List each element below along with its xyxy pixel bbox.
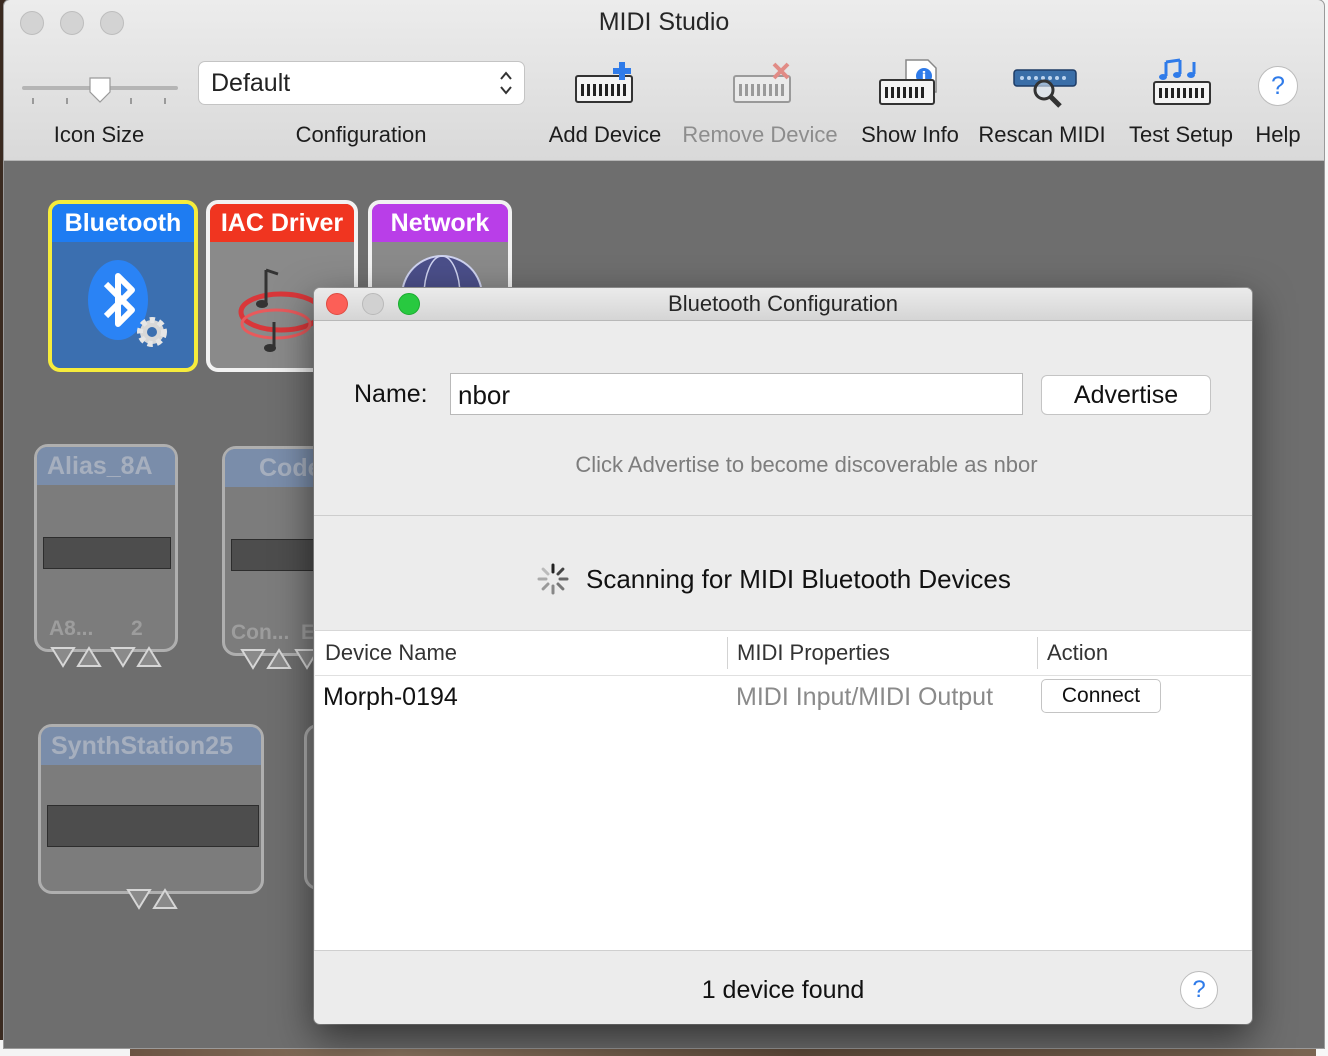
show-info-button[interactable]: Show Info — [856, 122, 964, 148]
name-input[interactable]: nbor — [450, 373, 1023, 415]
device-alias-8a[interactable]: Alias_8A A8... 2 — [34, 444, 178, 652]
icon-size-label: Icon Size — [53, 122, 145, 147]
advertise-button[interactable]: Advertise — [1041, 375, 1211, 415]
window-title: MIDI Studio — [598, 8, 730, 36]
slider-tick — [66, 98, 68, 104]
configuration-select[interactable]: Default — [198, 61, 525, 105]
bluetooth-card-label: Bluetooth — [52, 204, 194, 242]
configuration-label: Configuration — [295, 122, 427, 147]
iac-card-label: IAC Driver — [210, 204, 354, 242]
slider-tick — [130, 98, 132, 104]
bluetooth-configuration-dialog: Bluetooth Configuration Name: nbor Adver… — [314, 288, 1252, 1024]
slider-knob[interactable] — [88, 76, 112, 104]
device-port-label: A8... — [49, 617, 94, 640]
device-synthstation25[interactable]: SynthStation25 — [38, 724, 264, 894]
column-midi-properties[interactable]: MIDI Properties — [727, 631, 1037, 675]
device-port-label: Con... — [231, 621, 290, 644]
device-name-label: Alias_8A — [37, 447, 175, 485]
device-count: 1 device found — [701, 976, 865, 1004]
device-name-cell[interactable]: Morph-0194 — [323, 683, 458, 712]
midi-properties-cell: MIDI Input/MIDI Output — [736, 683, 994, 711]
device-hardware-image — [47, 805, 259, 847]
chevron-updown-icon — [500, 71, 512, 95]
add-device-button[interactable]: Add Device — [542, 122, 668, 148]
help-icon[interactable]: ? — [1180, 971, 1218, 1009]
footer-divider — [314, 950, 1252, 951]
device-name-label: SynthStation25 — [41, 727, 261, 765]
dialog-title: Bluetooth Configuration — [668, 291, 898, 316]
bluetooth-icon — [88, 260, 167, 347]
spinner-icon — [537, 563, 569, 595]
name-label: Name: — [354, 380, 428, 408]
scanning-status: Scanning for MIDI Bluetooth Devices — [586, 564, 1011, 594]
advertise-hint: Click Advertise to become discoverable a… — [575, 452, 1038, 477]
column-action[interactable]: Action — [1037, 631, 1251, 675]
slider-tick — [164, 98, 166, 104]
device-port-connectors[interactable] — [126, 886, 182, 912]
connect-button[interactable]: Connect — [1041, 679, 1161, 713]
configuration-value: Default — [211, 69, 291, 97]
device-port-connectors[interactable] — [240, 646, 320, 672]
network-driver-card[interactable]: Network — [368, 200, 512, 300]
rescan-midi-icon[interactable] — [1012, 58, 1078, 110]
device-port-label: 2 — [131, 617, 143, 640]
add-device-icon[interactable] — [572, 58, 638, 110]
device-hardware-image — [43, 537, 171, 569]
device-port-connectors[interactable] — [50, 644, 166, 670]
remove-device-icon — [733, 62, 791, 103]
slider-tick — [32, 98, 34, 104]
bluetooth-driver-card[interactable]: Bluetooth — [48, 200, 198, 372]
remove-device-button[interactable]: Remove Device — [678, 122, 842, 148]
device-port-label: E — [301, 621, 316, 644]
toolbar: MIDI Studio Icon Size Default Configurat… — [4, 0, 1324, 161]
show-info-icon[interactable]: i — [876, 58, 942, 110]
column-device-name[interactable]: Device Name — [315, 631, 727, 675]
test-setup-icon[interactable] — [1150, 58, 1216, 110]
devices-table: Device Name MIDI Properties Action Morph… — [315, 630, 1251, 951]
test-setup-button[interactable]: Test Setup — [1122, 122, 1240, 148]
rescan-midi-button[interactable]: Rescan MIDI — [974, 122, 1110, 148]
dialog-titlebar: Bluetooth Configuration — [314, 288, 1252, 321]
table-header-divider — [315, 675, 1251, 676]
network-card-label: Network — [372, 204, 508, 242]
help-button[interactable]: Help — [1250, 122, 1306, 148]
section-divider — [314, 515, 1252, 516]
help-icon[interactable]: ? — [1258, 66, 1298, 106]
